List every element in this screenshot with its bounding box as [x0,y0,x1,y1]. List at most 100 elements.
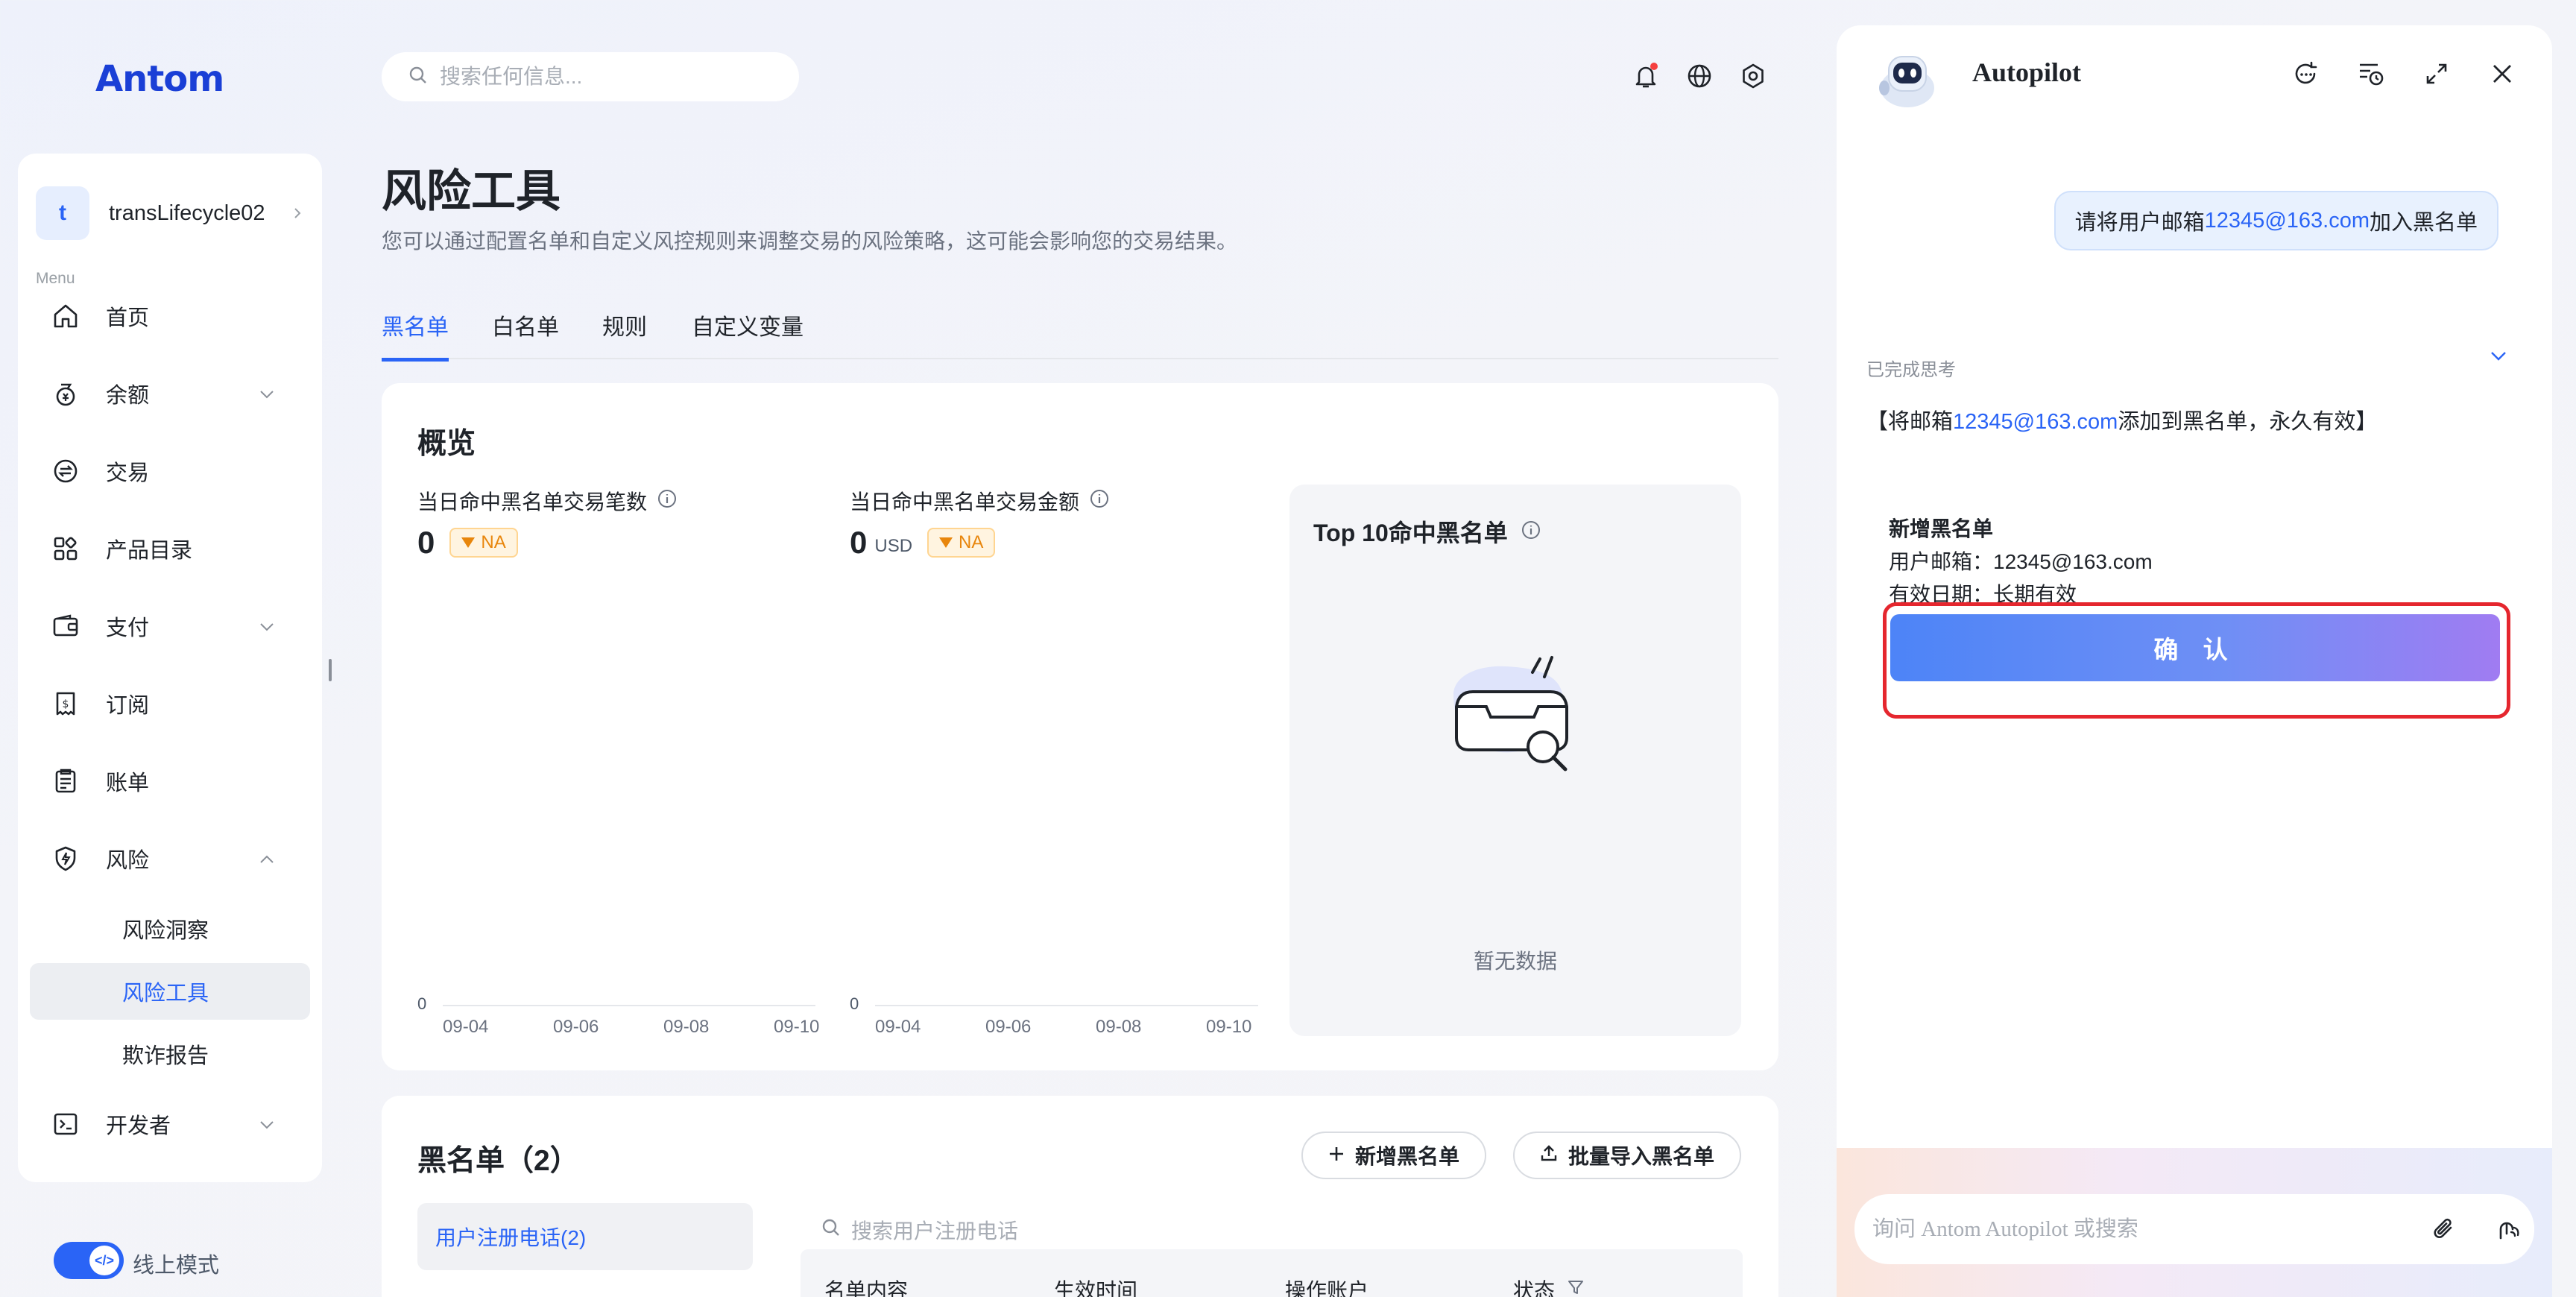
sidebar-item-subscriptions[interactable]: $ 订阅 [36,675,304,732]
thinking-status[interactable]: 已完成思考 [1866,355,1956,381]
metric-label-text: 当日命中黑名单交易笔数 [417,490,648,514]
code-icon: </> [89,1246,119,1275]
empty-box-icon [1439,643,1595,788]
catalog-icon [51,534,80,564]
sidebar-item-catalog[interactable]: 产品目录 [36,520,304,577]
blacklist-title: 黑名单（2） [417,1145,579,1177]
close-icon[interactable] [2484,55,2521,92]
chart1-y-tick: 0 [417,994,427,1013]
trend-badge-text: NA [959,532,984,552]
autopilot-panel: Autopilot 请将用户邮箱 12345@163.com 加入黑名单 已完成思考… [1837,25,2552,1297]
column-header-status-text: 状态 [1513,1279,1556,1297]
sidebar-item-label: 账单 [106,771,150,795]
filter-icon[interactable] [1567,1278,1585,1297]
chart2-x-tick: 09-08 [1096,1017,1142,1037]
globe-icon[interactable] [1685,61,1714,91]
column-header-status: 状态 [1513,1275,1585,1297]
blacklist-card: 黑名单（2） 新增黑名单 批量导入黑名单 用户注册电话(2) 搜索用户注册电话 … [382,1096,1778,1297]
chart2-x-tick: 09-04 [875,1017,921,1037]
autopilot-input[interactable] [1872,1216,2394,1242]
overview-title: 概览 [417,428,476,460]
sidebar-item-developers[interactable]: 开发者 [36,1096,304,1152]
blacklist-table-header: 名单内容 生效时间 操作账户 状态 [801,1249,1743,1297]
sidebar-item-label: 首页 [106,306,150,330]
sidebar: t transLifecycle02 Menu 首页 余额 交易 产品目录 支付… [18,154,322,1182]
wallet-icon [51,611,80,641]
blacklist-search-placeholder: 搜索用户注册电话 [851,1219,1019,1243]
tab-rules[interactable]: 规则 [602,309,647,358]
tab-blacklist[interactable]: 黑名单 [382,309,449,362]
add-blacklist-button[interactable]: 新增黑名单 [1301,1132,1487,1179]
confirm-button[interactable]: 确 认 [1890,614,2500,681]
metric-number: 0 [417,525,435,560]
page-description: 您可以通过配置名单和自定义风控规则来调整交易的风险策略，这可能会影响您的交易结果… [382,230,1238,253]
live-mode-label: 线上模式 [133,1254,220,1278]
sidebar-subitem-label: 风险工具 [122,982,209,1006]
sidebar-item-payments[interactable]: 支付 [36,598,304,654]
chevron-down-icon[interactable] [2490,350,2507,366]
sidebar-item-label: 订阅 [106,694,150,718]
sidebar-item-risk[interactable]: 风险 [36,830,304,887]
sidebar-item-label: 交易 [106,461,150,485]
chart1-x-tick: 09-10 [774,1017,820,1037]
new-chat-icon[interactable] [2287,55,2324,92]
chevron-up-icon [259,849,274,868]
sidebar-subitem-fraud-reports[interactable]: 欺诈报告 [30,1026,310,1082]
triangle-down-icon [939,537,953,548]
user-message-prefix: 请将用户邮箱 [2074,211,2205,235]
account-avatar: t [36,186,89,240]
sidebar-subitem-label: 风险洞察 [122,919,209,943]
info-icon[interactable] [1090,489,1109,514]
autopilot-input-box[interactable] [1854,1194,2534,1264]
history-icon[interactable] [2352,55,2390,92]
top10-title-text: Top 10命中黑名单 [1313,520,1508,546]
metric-label-text: 当日命中黑名单交易金额 [850,490,1080,514]
expand-icon[interactable] [2418,55,2455,92]
chart2-x-axis [875,1005,1258,1006]
paperclip-icon[interactable] [2427,1212,2461,1246]
info-icon[interactable] [1521,518,1541,546]
tab-whitelist[interactable]: 白名单 [492,309,559,358]
chevron-down-icon [259,616,274,636]
global-search[interactable] [382,52,799,101]
triangle-down-icon [461,537,476,548]
live-mode-toggle[interactable]: </> [54,1242,124,1279]
email-link[interactable]: 12345@163.com [2205,209,2370,233]
sidebar-item-balance[interactable]: 余额 [36,365,304,422]
empty-state-text: 暂无数据 [1473,950,1557,973]
import-blacklist-button[interactable]: 批量导入黑名单 [1513,1132,1742,1179]
terminal-icon [51,1109,80,1139]
bell-icon[interactable] [1631,61,1661,91]
assistant-message-prefix: 【将邮箱 [1866,410,1954,434]
transaction-icon [51,456,80,486]
metric-unit: USD [874,536,913,556]
chart2-x-tick: 09-06 [985,1017,1032,1037]
sidebar-item-label: 产品目录 [106,539,193,563]
global-search-input[interactable] [440,65,768,89]
blacklist-type-phone[interactable]: 用户注册电话(2) [417,1203,753,1270]
metric-number: 0 [850,525,868,560]
bill-icon [51,766,80,796]
tab-custom-variables[interactable]: 自定义变量 [692,309,804,358]
metric-hit-amount-value: 0 USD NA [850,525,996,561]
chevron-right-icon [291,202,304,225]
sidebar-subitem-risk-insights[interactable]: 风险洞察 [30,900,310,957]
sidebar-item-home[interactable]: 首页 [36,288,304,344]
column-header-operator: 操作账户 [1285,1279,1369,1297]
menu-label: Menu [36,270,75,287]
risk-tool-tabs: 黑名单 白名单 规则 自定义变量 [382,298,1778,362]
sidebar-item-transactions[interactable]: 交易 [36,443,304,499]
gear-icon[interactable] [1738,61,1768,91]
account-switcher[interactable]: t transLifecycle02 [36,179,304,247]
email-link[interactable]: 12345@163.com [1953,410,2118,434]
voice-icon[interactable] [2490,1212,2524,1246]
sidebar-collapse-handle[interactable] [329,659,332,681]
chevron-down-icon [259,1114,274,1134]
sidebar-item-bills[interactable]: 账单 [36,753,304,810]
chevron-down-icon [259,384,274,403]
info-icon[interactable] [657,489,677,514]
blacklist-search[interactable]: 搜索用户注册电话 [821,1215,1018,1245]
chart1-x-tick: 09-06 [553,1017,599,1037]
sidebar-subitem-risk-tools[interactable]: 风险工具 [30,963,310,1020]
antom-logo[interactable]: Antom [95,58,224,100]
